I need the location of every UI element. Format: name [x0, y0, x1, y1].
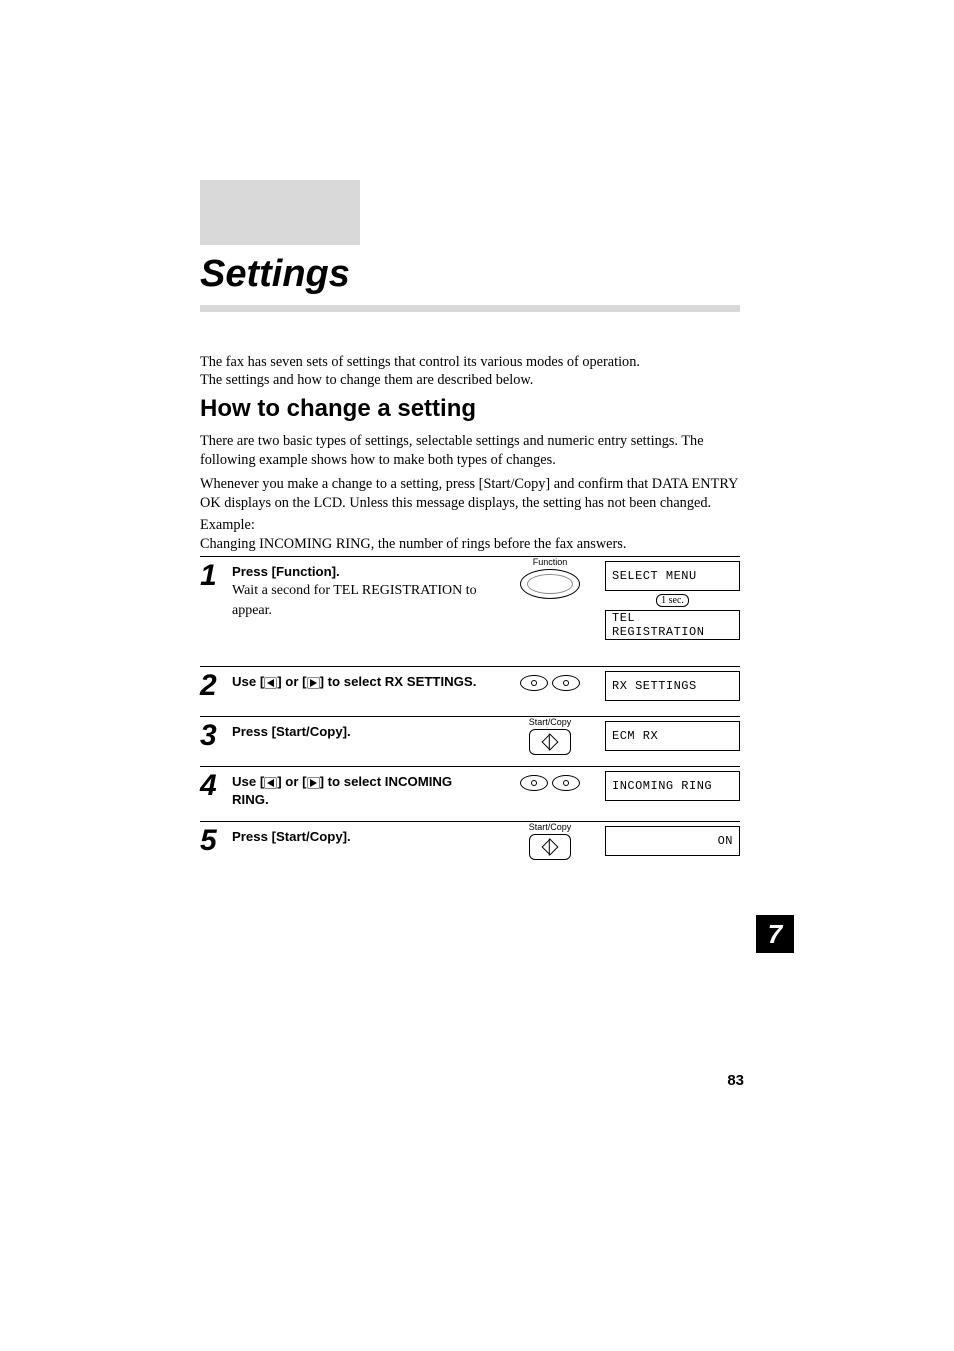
step-instruction: Use [] or [] to select INCOMING RING.: [232, 773, 492, 809]
lcd-delay-note: 1 sec.: [605, 595, 740, 606]
chapter-title: Settings: [200, 253, 350, 296]
startcopy-label: Start/Copy: [500, 717, 600, 727]
nav-left-icon: [520, 775, 548, 791]
example-block: Example: Changing INCOMING RING, the num…: [200, 516, 740, 553]
diamond-icon: [542, 734, 559, 751]
intro-line-2: The settings and how to change them are …: [200, 371, 740, 390]
step-text-suffix: ] to select RX SETTINGS.: [320, 674, 477, 689]
control-column: [500, 667, 600, 691]
example-label: Example:: [200, 517, 255, 533]
lcd-column: ON: [605, 826, 740, 868]
startcopy-label: Start/Copy: [500, 822, 600, 832]
para-setting-types: There are two basic types of settings, s…: [200, 432, 740, 469]
step-1: 1 Press [Function]. Wait a second for TE…: [200, 556, 740, 666]
step-bold-text: Press [Start/Copy].: [232, 829, 351, 844]
chapter-tab: 7: [756, 915, 794, 953]
nav-right-icon: [552, 775, 580, 791]
left-arrow-icon: [264, 777, 277, 789]
step-sub-text: Wait a second for TEL REGISTRATION to ap…: [232, 583, 477, 618]
step-bold-text: Press [Function].: [232, 564, 340, 579]
lcd-column: RX SETTINGS: [605, 671, 740, 713]
step-number: 2: [200, 669, 217, 703]
step-4: 4 Use [] or [] to select INCOMING RING. …: [200, 766, 740, 821]
left-arrow-icon: [264, 677, 277, 689]
step-number: 3: [200, 719, 217, 753]
right-arrow-icon: [307, 777, 320, 789]
step-5: 5 Press [Start/Copy]. Start/Copy ON: [200, 821, 740, 871]
startcopy-button-icon: [529, 729, 571, 755]
step-number: 1: [200, 559, 217, 593]
example-description: Changing INCOMING RING, the number of ri…: [200, 536, 626, 552]
lcd-column: INCOMING RING: [605, 771, 740, 813]
lcd-column: ECM RX: [605, 721, 740, 763]
step-instruction: Use [ ] or [ ] to select RX SETTINGS.: [232, 673, 492, 691]
step-bold-text: Press [Start/Copy].: [232, 724, 351, 739]
step-text-prefix: Use [: [232, 674, 264, 689]
startcopy-button-icon: [529, 834, 571, 860]
nav-arrow-buttons-icon: [500, 775, 600, 791]
header-decoration-block: [200, 180, 360, 245]
step-instruction: Press [Start/Copy].: [232, 828, 492, 846]
title-underline: [200, 305, 740, 312]
step-number: 4: [200, 769, 217, 803]
step-number: 5: [200, 824, 217, 858]
step-instruction: Press [Start/Copy].: [232, 723, 492, 741]
step-instruction: Press [Function]. Wait a second for TEL …: [232, 563, 492, 621]
step-text-prefix: Use [: [232, 774, 264, 789]
function-button-icon: [520, 569, 580, 599]
control-column: Function: [500, 557, 600, 599]
section-heading: How to change a setting: [200, 395, 476, 423]
intro-line-1: The fax has seven sets of settings that …: [200, 353, 740, 372]
lcd-display: ECM RX: [605, 721, 740, 751]
control-column: Start/Copy: [500, 717, 600, 755]
diamond-icon: [542, 838, 559, 855]
nav-left-icon: [520, 675, 548, 691]
right-arrow-icon: [307, 677, 320, 689]
lcd-display: TEL REGISTRATION: [605, 610, 740, 640]
control-column: Start/Copy: [500, 822, 600, 860]
lcd-column: SELECT MENU 1 sec. TEL REGISTRATION: [605, 561, 740, 652]
nav-arrow-buttons-icon: [500, 675, 600, 691]
step-2: 2 Use [ ] or [ ] to select RX SETTINGS. RX…: [200, 666, 740, 716]
control-column: [500, 767, 600, 791]
para-confirm: Whenever you make a change to a setting,…: [200, 475, 740, 512]
nav-right-icon: [552, 675, 580, 691]
lcd-display: SELECT MENU: [605, 561, 740, 591]
function-label: Function: [500, 557, 600, 567]
step-text-mid: ] or [: [277, 674, 306, 689]
lcd-display: RX SETTINGS: [605, 671, 740, 701]
page: Settings The fax has seven sets of setti…: [0, 0, 954, 1351]
lcd-display: ON: [605, 826, 740, 856]
step-text-mid: ] or [: [277, 774, 306, 789]
steps-list: 1 Press [Function]. Wait a second for TE…: [200, 556, 740, 871]
page-number: 83: [727, 1072, 744, 1089]
step-3: 3 Press [Start/Copy]. Start/Copy ECM RX: [200, 716, 740, 766]
lcd-display: INCOMING RING: [605, 771, 740, 801]
